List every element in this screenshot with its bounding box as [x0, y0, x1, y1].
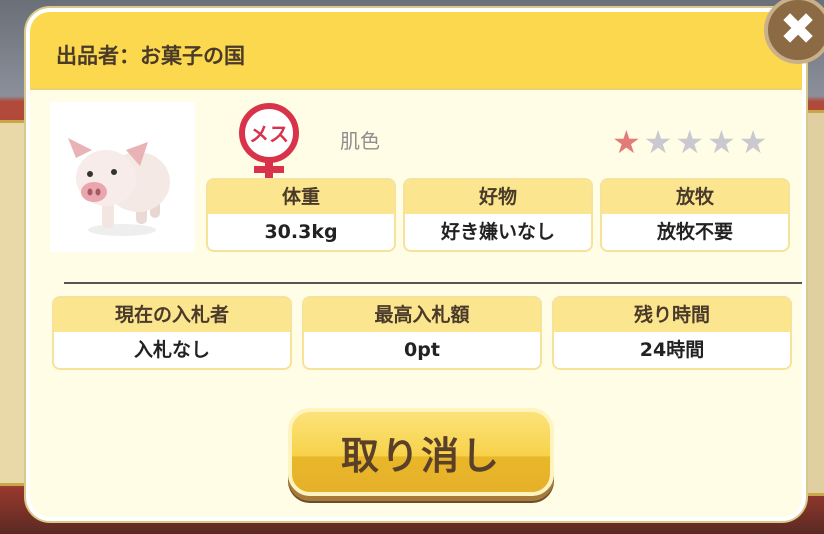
stat-likes: 好物 好き嫌いなし	[403, 178, 593, 252]
remaining-time-value: 24時間	[639, 339, 705, 361]
cancel-listing-button[interactable]: 取り消し	[288, 408, 554, 496]
current-bidder-value: 入札なし	[133, 339, 210, 361]
max-bid-value: 0pt	[404, 339, 440, 361]
seller-label: 出品者：お菓子の国	[56, 44, 245, 68]
female-gender-icon: メス	[236, 102, 302, 182]
stat-likes-label: 好物	[405, 180, 591, 214]
pig-portrait	[50, 102, 195, 252]
pig-color-label: 肌色	[340, 129, 380, 153]
stat-grazing-label: 放牧	[602, 180, 788, 214]
max-bid-label: 最高入札額	[304, 298, 540, 332]
star-icon: ★	[707, 123, 736, 161]
star-icon: ★	[738, 123, 768, 161]
star-icon: ★	[643, 123, 673, 161]
stat-grazing: 放牧 放牧不要	[600, 178, 790, 252]
remaining-time-label: 残り時間	[554, 298, 790, 332]
remaining-time: 残り時間 24時間	[552, 296, 792, 370]
stat-weight-label: 体重	[208, 180, 394, 214]
gender-text: メス	[249, 122, 289, 146]
background-panel-right	[803, 110, 824, 496]
rarity-stars: ★ ★ ★ ★ ★	[612, 126, 767, 158]
max-bid: 最高入札額 0pt	[302, 296, 542, 370]
star-icon: ★	[675, 123, 705, 161]
pig-image	[68, 138, 170, 236]
current-bidder-label: 現在の入札者	[54, 298, 290, 332]
dialog-header: 出品者：お菓子の国	[30, 12, 802, 90]
stat-likes-value: 好き嫌いなし	[440, 221, 555, 243]
stat-weight-value: 30.3kg	[264, 221, 338, 243]
section-divider	[64, 282, 802, 284]
stat-weight: 体重 30.3kg	[206, 178, 396, 252]
star-icon: ★	[612, 123, 641, 161]
stat-grazing-value: 放牧不要	[656, 221, 733, 243]
current-bidder: 現在の入札者 入札なし	[52, 296, 292, 370]
